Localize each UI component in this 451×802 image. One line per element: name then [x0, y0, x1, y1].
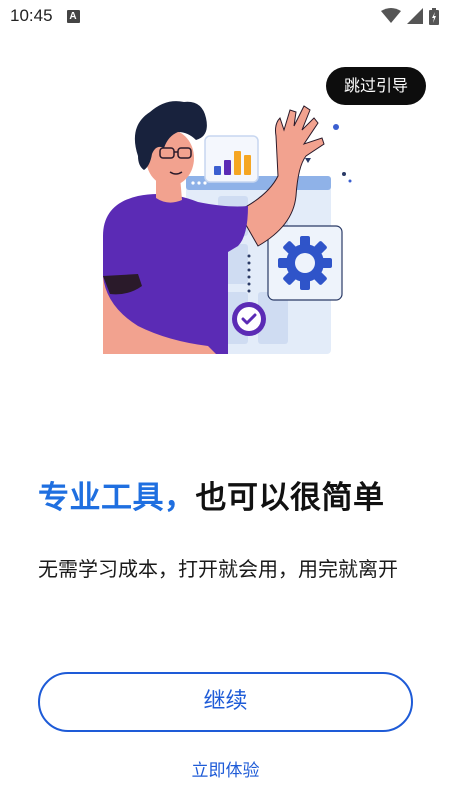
- title-accent: 专业工具，: [38, 480, 196, 516]
- wifi-icon: [381, 8, 401, 23]
- status-time: 10:45: [10, 6, 53, 25]
- check-icon: [232, 302, 266, 336]
- illustration-svg: [103, 101, 352, 354]
- bar-chart-icon: [204, 135, 259, 183]
- continue-button[interactable]: 继续: [38, 672, 413, 732]
- try-now-link[interactable]: 立即体验: [0, 756, 451, 781]
- notification-a-icon: A: [66, 9, 80, 23]
- status-bar: 10:45 A: [0, 0, 451, 32]
- onboarding-illustration: [98, 96, 358, 358]
- page-subtitle: 无需学习成本，打开就会用，用完就离开: [38, 557, 398, 581]
- status-left: 10:45 A: [10, 6, 80, 26]
- title-rest: 也可以很简单: [195, 480, 385, 516]
- page-title: 专业工具，也可以很简单: [38, 472, 428, 517]
- signal-icon: [407, 8, 423, 24]
- gear-icon: [267, 225, 343, 301]
- status-right: [381, 7, 439, 25]
- battery-icon: [429, 7, 439, 25]
